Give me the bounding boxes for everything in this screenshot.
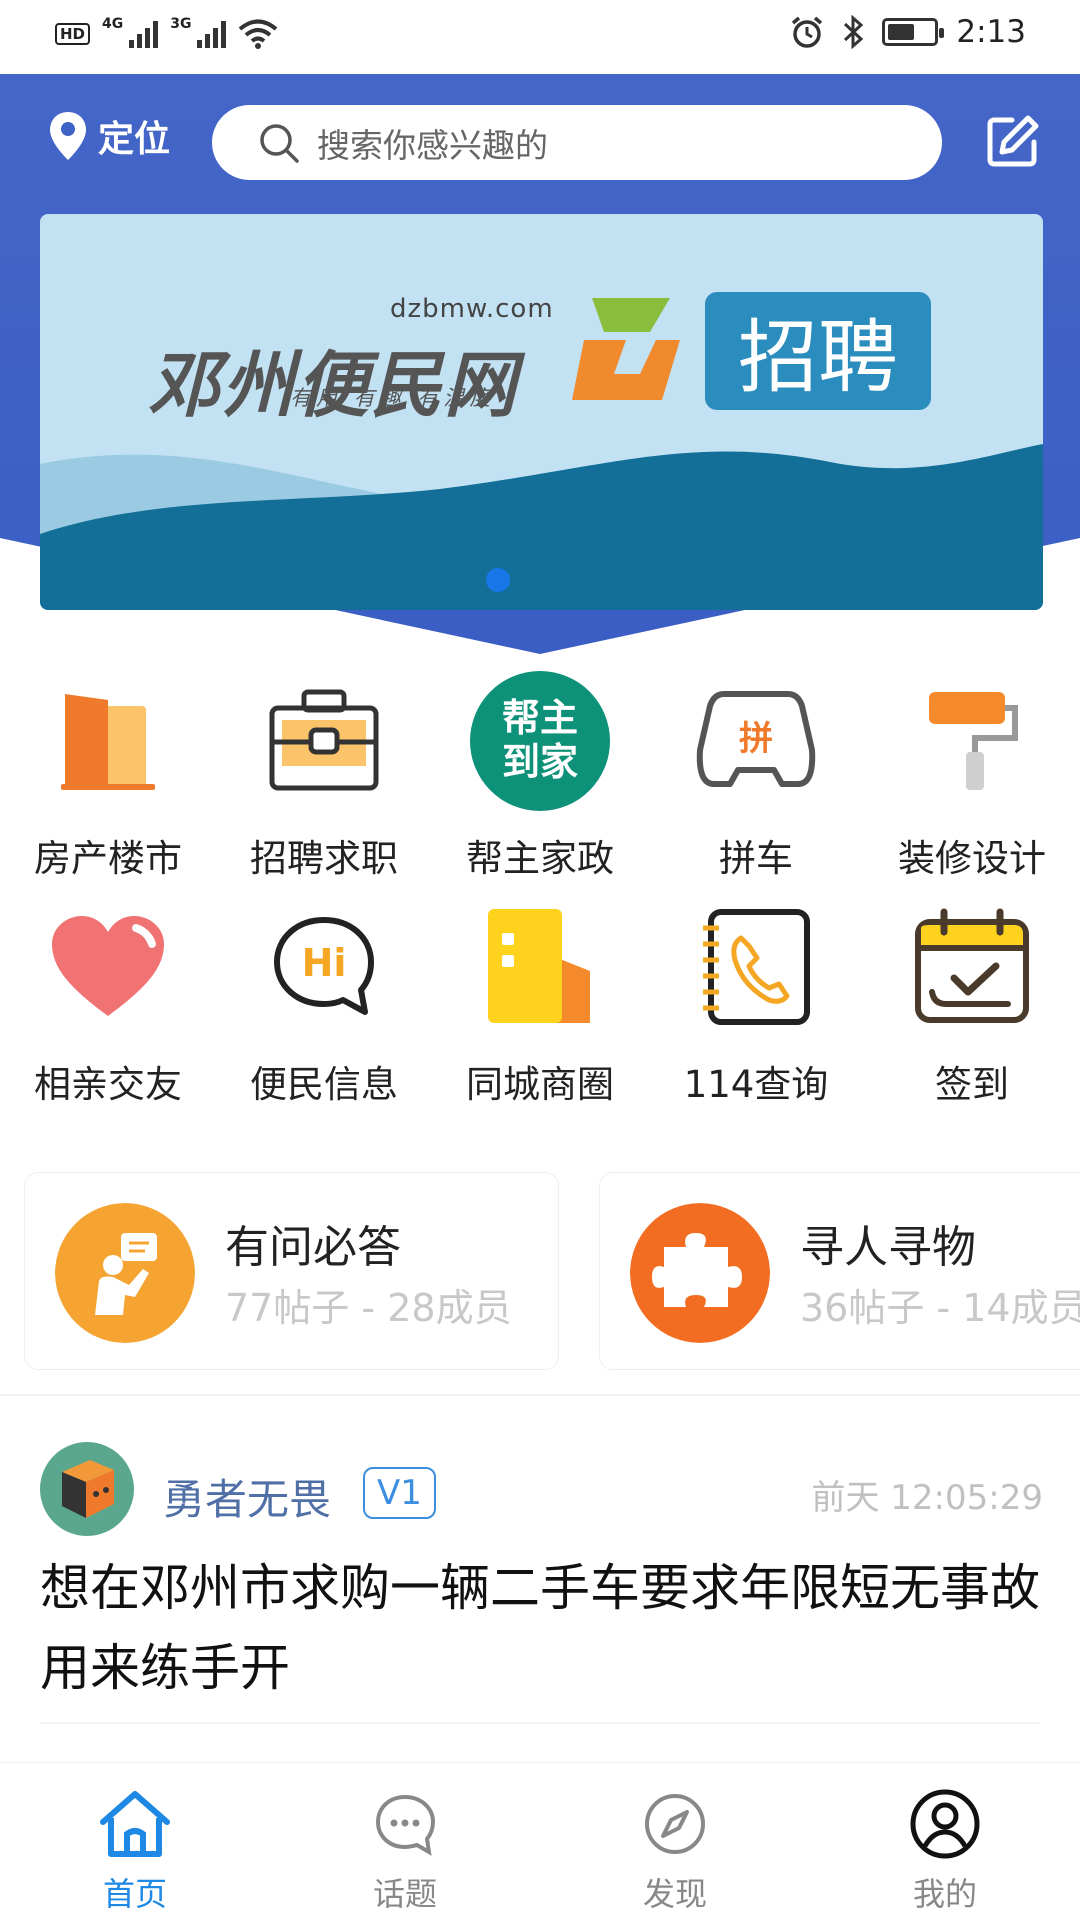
bluetooth-icon: [844, 15, 864, 49]
shop-building-icon: [488, 909, 590, 1023]
category-label: 招聘求职: [250, 837, 398, 880]
compass-icon: [645, 1794, 705, 1854]
home-icon: [100, 1791, 170, 1857]
nav-label: 我的: [912, 1875, 977, 1913]
hi-bubble-icon: Hi: [274, 917, 374, 1015]
cube-avatar-icon: [62, 1460, 114, 1518]
signal-icon: [129, 20, 159, 48]
calendar-check-icon: [915, 908, 1029, 1023]
category-jobs[interactable]: 招聘求职: [216, 676, 432, 882]
banner-brand: 邓州便民网: [148, 343, 519, 427]
nav-topics[interactable]: 话题: [270, 1763, 540, 1920]
signal-icon: [197, 20, 227, 48]
category-carpool[interactable]: 拼 拼车: [648, 676, 864, 882]
category-label: 拼车: [719, 837, 793, 880]
puzzle-icon: [630, 1203, 770, 1343]
search-icon: [260, 123, 299, 163]
category-label: 114查询: [683, 1063, 829, 1106]
search-placeholder: 搜索你感兴趣的: [317, 125, 548, 165]
category-housekeeping[interactable]: 帮主 到家 帮主家政: [432, 671, 648, 882]
qa-person-icon: [55, 1203, 195, 1343]
edit-post-button[interactable]: [986, 114, 1040, 172]
location-button[interactable]: 定位: [48, 110, 170, 162]
post-time: 前天 12:05:29: [811, 1478, 1043, 1518]
location-pin-icon: [50, 112, 86, 160]
status-time: 2:13: [956, 14, 1026, 50]
category-label: 装修设计: [898, 837, 1046, 880]
nav-label: 发现: [642, 1875, 707, 1913]
profile-icon: [910, 1789, 980, 1859]
carpool-icon: 拼: [696, 691, 816, 787]
category-house[interactable]: 房产楼市: [0, 676, 216, 882]
category-business[interactable]: 同城商圈: [432, 902, 648, 1108]
category-label: 同城商圈: [466, 1063, 614, 1106]
banner-domain: dzbmw.com: [390, 294, 554, 324]
nav-discover[interactable]: 发现: [540, 1763, 810, 1920]
svg-text:拼: 拼: [739, 719, 773, 759]
category-label: 帮主家政: [466, 837, 614, 880]
category-114[interactable]: 114查询: [648, 902, 864, 1108]
edit-icon: [987, 115, 1039, 167]
topic-title: 有问必答: [225, 1222, 401, 1273]
nav-label: 首页: [102, 1875, 167, 1913]
category-label: 相亲交友: [34, 1063, 182, 1106]
section-divider: [0, 1394, 1080, 1396]
nav-home[interactable]: 首页: [0, 1763, 270, 1920]
nav-label: 话题: [372, 1875, 437, 1913]
briefcase-icon: [269, 689, 379, 791]
post-username[interactable]: 勇者无畏: [163, 1466, 331, 1527]
housekeeping-logo-icon: 帮主 到家: [470, 671, 610, 811]
banner-slogan: 有用 有趣 有温度: [290, 386, 496, 410]
svg-text:帮主: 帮主: [502, 696, 578, 740]
status-left: HD 4G 3G: [55, 16, 278, 50]
building-icon: [61, 694, 155, 790]
promo-banner[interactable]: dzbmw.com 邓州便民网 有用 有趣 有温度 招聘: [40, 214, 1043, 610]
category-label: 签到: [935, 1063, 1009, 1106]
network-4g-label: 4G: [102, 16, 124, 32]
category-decoration[interactable]: 装修设计: [864, 676, 1080, 882]
topic-meta: 77帖子 - 28成员: [225, 1286, 512, 1330]
topic-card-lost-found[interactable]: 寻人寻物 36帖子 - 14成员: [599, 1172, 1080, 1370]
top-bar: 定位 搜索你感兴趣的: [0, 100, 1080, 180]
svg-text:到家: 到家: [502, 740, 578, 784]
nav-profile[interactable]: 我的: [810, 1763, 1080, 1920]
chat-bubble-icon: [375, 1794, 436, 1856]
status-bar: HD 4G 3G 2:13: [0, 0, 1080, 74]
topic-title: 寻人寻物: [800, 1222, 976, 1273]
category-label: 便民信息: [250, 1063, 398, 1106]
category-label: 房产楼市: [34, 837, 182, 880]
paint-roller-icon: [929, 692, 1018, 790]
search-input[interactable]: 搜索你感兴趣的: [212, 105, 942, 180]
network-3g-label: 3G: [170, 16, 192, 32]
alarm-icon: [792, 16, 823, 48]
app-screen: HD 4G 3G 2:13 定位 搜索你感兴趣的 dzbmw.com 邓州便民网…: [0, 0, 1080, 1920]
status-right: 2:13: [790, 14, 1026, 50]
battery-icon: [882, 18, 945, 46]
svg-text:Hi: Hi: [302, 941, 347, 985]
location-label: 定位: [98, 119, 171, 160]
user-avatar[interactable]: [40, 1442, 134, 1536]
post-content[interactable]: 想在邓州市求购一辆二手车要求年限短无事故用来练手开: [40, 1548, 1050, 1708]
carousel-indicator[interactable]: [486, 568, 510, 592]
brand-logo-icon: [572, 298, 680, 400]
topic-meta: 36帖子 - 14成员: [800, 1286, 1080, 1330]
user-level-badge: V1: [363, 1467, 436, 1519]
topic-card-qa[interactable]: 有问必答 77帖子 - 28成员: [24, 1172, 559, 1370]
hd-badge: HD: [55, 23, 91, 45]
wifi-icon: [239, 19, 278, 49]
banner-tag: 招聘: [705, 292, 931, 410]
heart-icon: [52, 916, 164, 1016]
phone-book-icon: [703, 909, 810, 1025]
category-dating[interactable]: 相亲交友: [0, 902, 216, 1108]
bottom-nav: 首页 话题 发现 我的: [0, 1762, 1080, 1920]
post-divider: [40, 1722, 1040, 1724]
category-checkin[interactable]: 签到: [864, 902, 1080, 1108]
category-info[interactable]: Hi 便民信息: [216, 902, 432, 1108]
